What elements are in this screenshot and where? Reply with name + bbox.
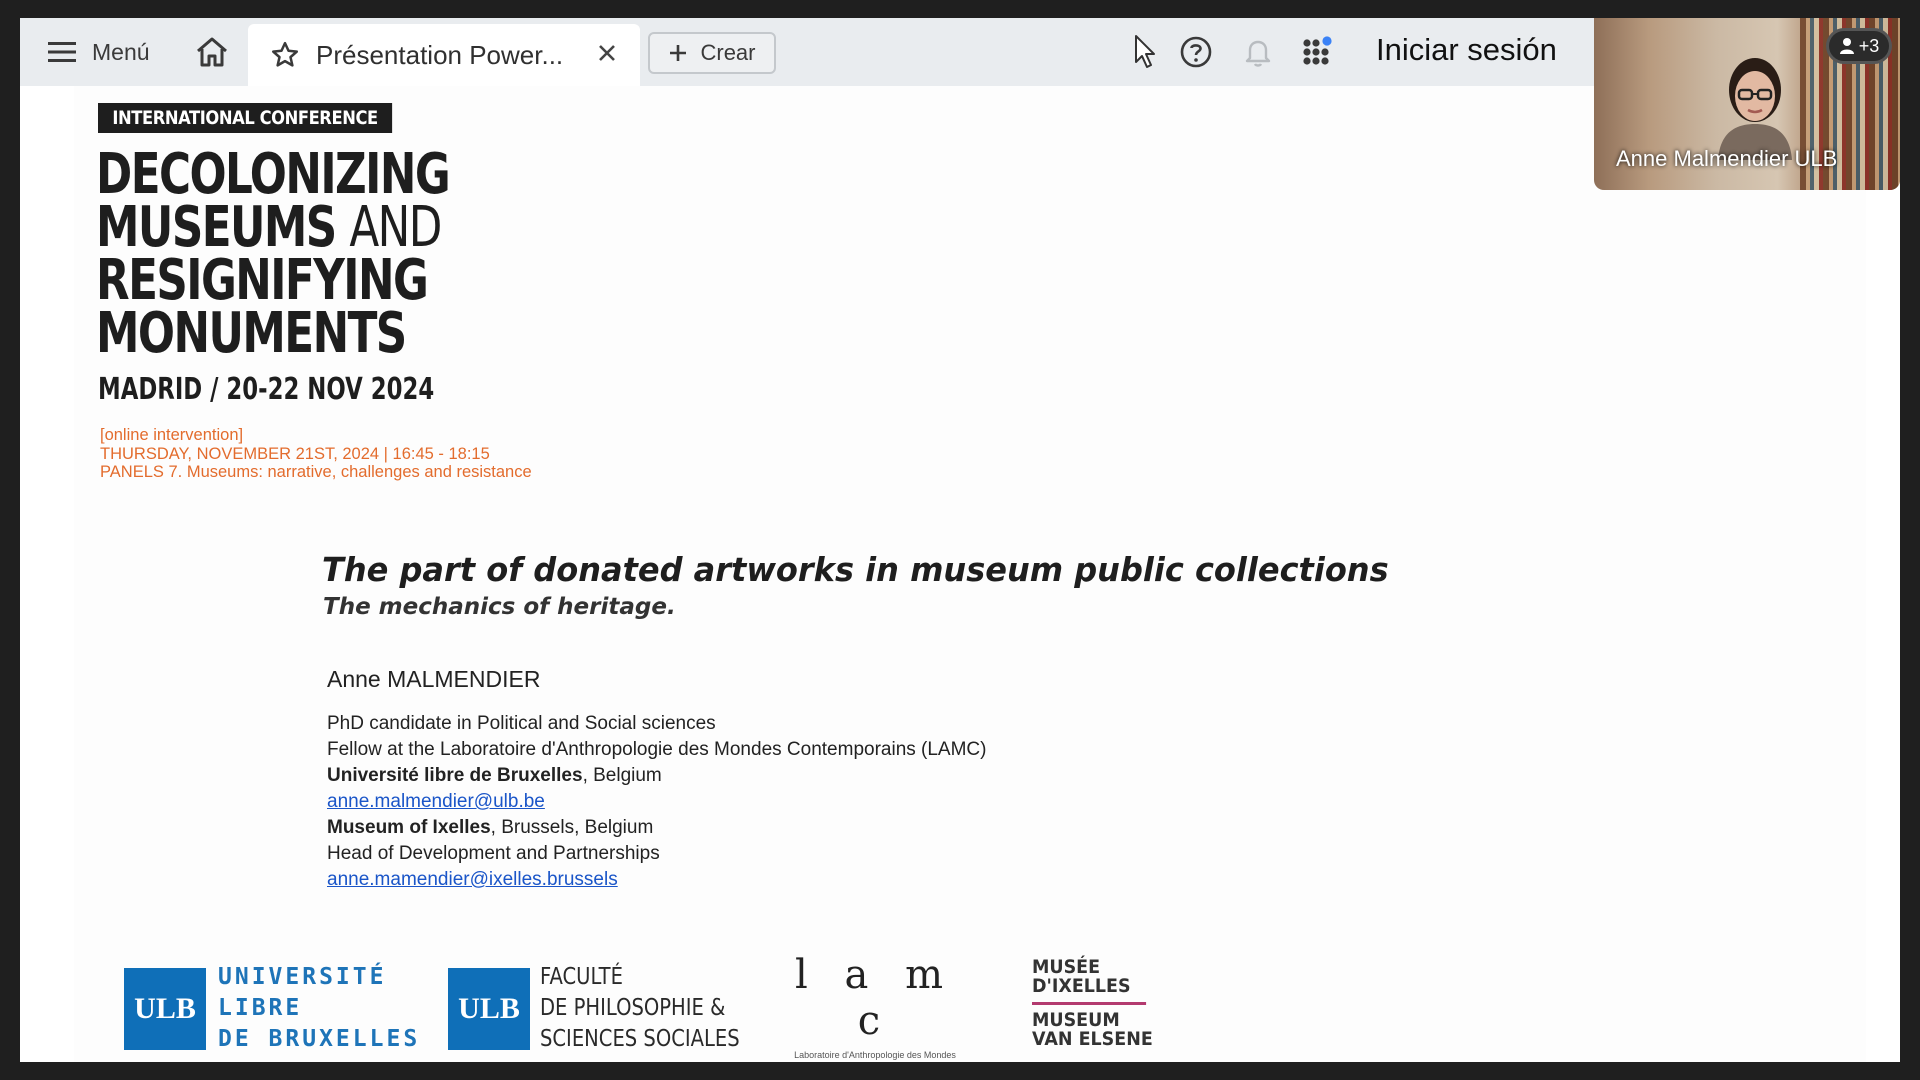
close-tab-button[interactable]: [592, 38, 622, 68]
signin-link[interactable]: Iniciar sesión: [1376, 32, 1557, 68]
close-icon: [599, 45, 615, 61]
conference-title: DECOLONIZING MUSEUMS AND RESIGNIFYING MO…: [96, 142, 451, 366]
talk-subtitle: The mechanics of heritage.: [323, 594, 676, 620]
create-button[interactable]: Crear: [648, 32, 776, 74]
tab-title: Présentation Power...: [316, 39, 564, 70]
ulb-faculty-logo: ULB FACULTÉ DE PHILOSOPHIE & SCIENCES SO…: [448, 962, 775, 1055]
help-button[interactable]: [1178, 34, 1214, 70]
author-name: Anne MALMENDIER: [327, 666, 541, 692]
session-info: [online intervention] THURSDAY, NOVEMBER…: [100, 426, 532, 482]
affiliation-line: PhD candidate in Political and Social sc…: [327, 713, 716, 734]
hamburger-icon: [48, 42, 76, 62]
lamc-mark: l a m c: [795, 952, 955, 1044]
conference-date: MADRID / 20-22 NOV 2024: [98, 372, 435, 407]
author-affiliation: PhD candidate in Political and Social sc…: [327, 711, 986, 893]
menu-button[interactable]: Menú: [48, 30, 150, 74]
conference-badge: INTERNATIONAL CONFERENCE: [98, 103, 393, 133]
help-icon: [1180, 36, 1212, 68]
home-icon: [196, 37, 227, 67]
email-link-ixelles[interactable]: anne.mamendier@ixelles.brussels: [327, 869, 618, 890]
museum-ixelles-logo: MUSÉE D'IXELLES MUSEUM VAN ELSENE: [1032, 956, 1153, 1050]
bell-icon: [1245, 40, 1271, 67]
session-datetime: THURSDAY, NOVEMBER 21ST, 2024 | 16:45 - …: [100, 444, 490, 463]
email-link-ulb[interactable]: anne.malmendier@ulb.be: [327, 791, 545, 812]
session-mode: [online intervention]: [100, 426, 244, 444]
menu-label: Menú: [92, 38, 150, 65]
ulb-mark: ULB: [124, 967, 206, 1050]
affiliation-line: anne.malmendier@ulb.be: [327, 789, 986, 815]
affiliation-line: Fellow at the Laboratoire d'Anthropologi…: [327, 739, 987, 760]
star-icon[interactable]: [270, 40, 300, 70]
talk-title: The part of donated artworks in museum p…: [322, 550, 1389, 589]
affiliation-line: Museum of Ixelles, Brussels, Belgium: [327, 817, 654, 838]
notifications-button[interactable]: [1240, 34, 1276, 70]
title-line: MUSEUMS AND: [96, 195, 442, 260]
lamc-subtitle: Laboratoire d'Anthropologie des Mondes C…: [794, 1050, 956, 1062]
tab-presentation[interactable]: Présentation Power...: [248, 24, 640, 86]
participant-video-tile[interactable]: +3 Anne Malmendier ULB: [1594, 18, 1900, 190]
participant-name: Anne Malmendier ULB: [1616, 146, 1838, 171]
title-line: DECOLONIZING: [96, 142, 451, 207]
pointer-tool-button[interactable]: [1128, 34, 1164, 70]
affiliation-line: Université libre de Bruxelles, Belgium: [327, 765, 662, 786]
participants-count: +3: [1858, 35, 1880, 56]
affiliation-line: anne.mamendier@ixelles.brussels: [327, 867, 986, 893]
home-button[interactable]: [192, 32, 232, 72]
participant-avatar: [1718, 58, 1792, 160]
session-panel: PANELS 7. Museums: narrative, challenges…: [100, 463, 532, 481]
participants-badge[interactable]: +3: [1826, 28, 1892, 64]
ulb-university-logo: ULB UNIVERSITÉ LIBRE DE BRUXELLES: [124, 962, 420, 1055]
plus-icon: [670, 45, 687, 61]
create-label: Crear: [700, 40, 756, 65]
ulb-university-text: UNIVERSITÉ LIBRE DE BRUXELLES: [218, 964, 421, 1052]
affiliation-line: Head of Development and Partnerships: [327, 843, 660, 864]
apps-button[interactable]: [1300, 34, 1336, 70]
screen-frame: Menú Présentation Power... Crear Iniciar…: [20, 18, 1900, 1062]
presentation-slide: INTERNATIONAL CONFERENCE DECOLONIZING MU…: [74, 86, 1866, 1062]
title-line: RESIGNIFYING: [96, 248, 429, 313]
lamc-logo: l a m c Laboratoire d'Anthropologie des …: [790, 952, 960, 1062]
person-icon: [1839, 38, 1854, 54]
cursor-icon: [1135, 35, 1155, 68]
ulb-mark: ULB: [448, 967, 530, 1050]
ulb-faculty-text: FACULTÉ DE PHILOSOPHIE & SCIENCES SOCIAL…: [540, 964, 740, 1052]
title-line: MONUMENTS: [96, 301, 407, 366]
logo-divider: [1032, 1002, 1147, 1005]
apps-grid-icon: [1303, 36, 1332, 65]
